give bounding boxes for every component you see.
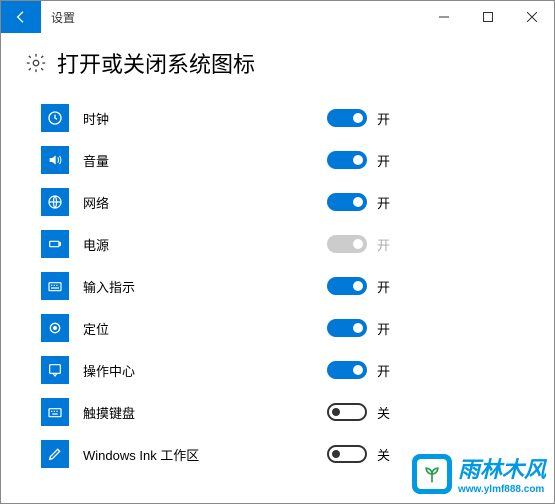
setting-item-volume: 音量 开	[25, 139, 530, 181]
setting-label: 触摸键盘	[83, 403, 135, 422]
toggle-knob	[353, 323, 363, 333]
watermark-text-group: 雨林木风 www.ylmf888.com	[458, 452, 546, 495]
toggle-state-label: 开	[377, 277, 390, 296]
setting-item-touch-keyboard: 触摸键盘 关	[25, 391, 530, 433]
toggle-wrap: 开	[327, 361, 390, 380]
setting-item-power: 电源 开	[25, 223, 530, 265]
toggle-wrap: 关	[327, 445, 390, 464]
toggle-clock[interactable]	[327, 109, 367, 127]
maximize-icon	[483, 12, 493, 22]
setting-label: 时钟	[83, 109, 109, 128]
setting-item-network: 网络 开	[25, 181, 530, 223]
minimize-icon	[439, 12, 449, 22]
titlebar: 设置	[1, 1, 554, 33]
toggle-wrap: 开	[327, 277, 390, 296]
toggle-location[interactable]	[327, 319, 367, 337]
toggle-wrap: 开	[327, 109, 390, 128]
toggle-wrap: 关	[327, 403, 390, 422]
watermark-text: 雨林木风	[458, 452, 546, 484]
network-icon	[41, 188, 69, 216]
toggle-volume[interactable]	[327, 151, 367, 169]
setting-label: 电源	[83, 235, 109, 254]
setting-label: 音量	[83, 151, 109, 170]
setting-item-action-center: 操作中心 开	[25, 349, 530, 391]
toggle-wrap: 开	[327, 319, 390, 338]
watermark-url: www.ylmf888.com	[458, 484, 546, 495]
windows-ink-icon	[41, 440, 69, 468]
setting-label: 网络	[83, 193, 109, 212]
clock-icon	[41, 104, 69, 132]
close-icon	[527, 12, 537, 22]
toggle-knob	[353, 281, 363, 291]
toggle-wrap: 开	[327, 235, 390, 254]
window-controls	[422, 1, 554, 33]
toggle-wrap: 开	[327, 151, 390, 170]
toggle-knob	[353, 113, 363, 123]
power-icon	[41, 230, 69, 258]
toggle-knob	[353, 239, 363, 249]
toggle-windows-ink[interactable]	[327, 445, 367, 463]
toggle-state-label: 开	[377, 193, 390, 212]
volume-icon	[41, 146, 69, 174]
setting-item-location: 定位 开	[25, 307, 530, 349]
toggle-network[interactable]	[327, 193, 367, 211]
ime-icon	[41, 272, 69, 300]
toggle-power	[327, 235, 367, 253]
sprout-icon	[422, 464, 442, 484]
settings-list: 时钟开音量开网络开电源开输入指示开定位开操作中心开触摸键盘关Windows In…	[25, 97, 530, 475]
setting-label: 定位	[83, 319, 109, 338]
toggle-state-label: 开	[377, 319, 390, 338]
toggle-state-label: 开	[377, 151, 390, 170]
toggle-knob	[353, 197, 363, 207]
gear-icon	[25, 52, 47, 74]
toggle-ime[interactable]	[327, 277, 367, 295]
content-area: 打开或关闭系统图标 时钟开音量开网络开电源开输入指示开定位开操作中心开触摸键盘关…	[1, 33, 554, 475]
toggle-state-label: 开	[377, 109, 390, 128]
toggle-knob	[332, 450, 340, 458]
close-button[interactable]	[510, 1, 554, 33]
toggle-state-label: 开	[377, 235, 390, 254]
setting-label: 操作中心	[83, 361, 135, 380]
minimize-button[interactable]	[422, 1, 466, 33]
setting-item-clock: 时钟 开	[25, 97, 530, 139]
toggle-state-label: 关	[377, 403, 390, 422]
location-icon	[41, 314, 69, 342]
maximize-button[interactable]	[466, 1, 510, 33]
setting-item-ime: 输入指示 开	[25, 265, 530, 307]
toggle-knob	[332, 408, 340, 416]
page-title: 打开或关闭系统图标	[57, 47, 255, 79]
page-heading: 打开或关闭系统图标	[25, 47, 530, 79]
toggle-state-label: 关	[377, 445, 390, 464]
watermark-logo	[412, 454, 452, 494]
setting-label: Windows Ink 工作区	[83, 445, 199, 464]
toggle-knob	[353, 155, 363, 165]
back-button[interactable]	[1, 1, 41, 33]
toggle-action-center[interactable]	[327, 361, 367, 379]
action-center-icon	[41, 356, 69, 384]
toggle-knob	[353, 365, 363, 375]
toggle-touch-keyboard[interactable]	[327, 403, 367, 421]
toggle-state-label: 开	[377, 361, 390, 380]
window-title: 设置	[51, 9, 75, 26]
toggle-wrap: 开	[327, 193, 390, 212]
arrow-left-icon	[13, 9, 29, 25]
setting-label: 输入指示	[83, 277, 135, 296]
touch-keyboard-icon	[41, 398, 69, 426]
watermark: 雨林木风 www.ylmf888.com	[412, 452, 546, 495]
